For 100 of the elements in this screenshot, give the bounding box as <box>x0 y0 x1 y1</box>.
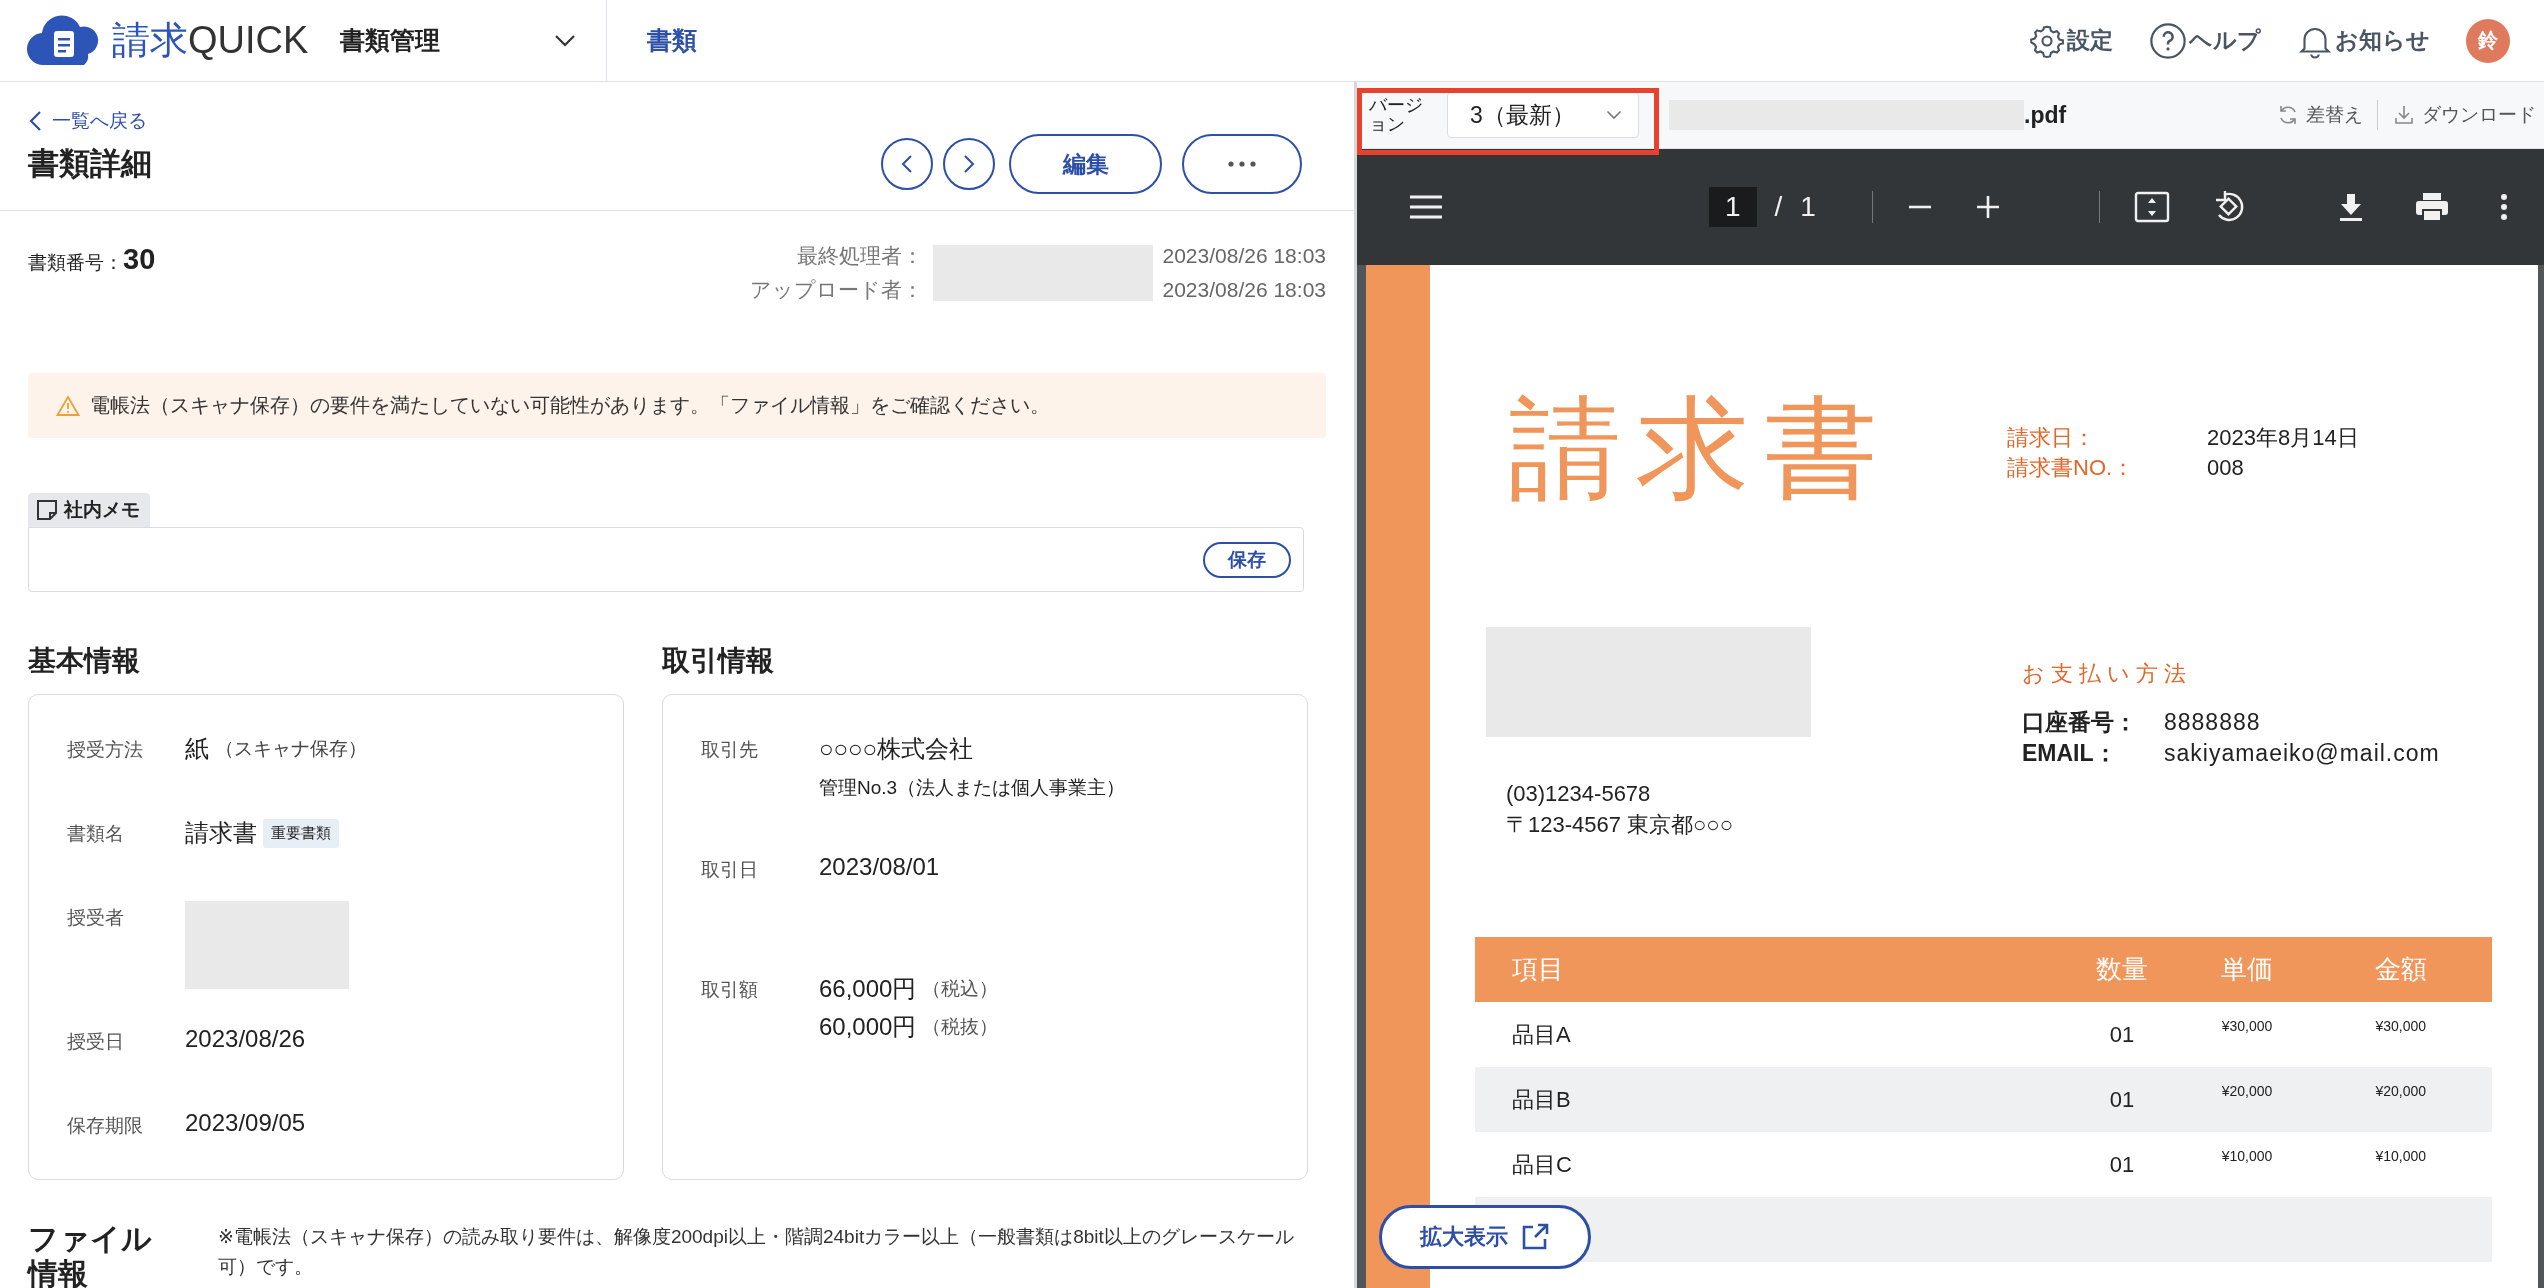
section-heading: ファイル情報 <box>28 1222 153 1288</box>
table-cell-text: 品目B <box>1511 1085 1572 1114</box>
print-icon[interactable] <box>2414 191 2450 223</box>
payment-label: EMAIL： <box>2022 739 2118 769</box>
field-value: 2023/08/01 <box>819 853 940 881</box>
version-dropdown[interactable]: 3（最新） <box>1447 92 1639 138</box>
table-cell-text: ¥10,000 <box>2374 1147 2428 1164</box>
page-total: 1 <box>1800 191 1816 223</box>
payment-value: sakiyamaeiko@mail.com <box>2164 739 2440 769</box>
column-header: 数量 <box>2095 953 2150 986</box>
column-header: 単価 <box>2220 953 2274 986</box>
page-title: 書類詳細 <box>28 145 152 183</box>
section-heading: 基本情報 <box>28 644 141 678</box>
header-link[interactable]: お知らせ <box>2335 25 2430 56</box>
header-link[interactable]: ヘルプ <box>2189 25 2261 56</box>
field-value: 66,000円 <box>819 974 917 1004</box>
meta-label: アップロード者： <box>749 277 923 303</box>
tag: 重要書類 <box>263 818 339 848</box>
page-number-field[interactable]: 1 <box>1709 187 1757 227</box>
field-note: （スキャナ保存） <box>215 737 367 761</box>
field-value: 請求書 <box>185 818 257 848</box>
field-label: 書類名 <box>67 822 125 846</box>
memo-tab-label: 社内メモ <box>64 498 140 522</box>
field-label: 保存期限 <box>67 1114 144 1138</box>
field-value: 60,000円 <box>819 1012 917 1042</box>
field-value: ○○○○株式会社 <box>819 734 973 764</box>
back-link[interactable]: 一覧へ戻る <box>28 108 1326 134</box>
more-button[interactable] <box>1182 134 1302 194</box>
chevron-left-icon <box>28 110 42 132</box>
save-button[interactable]: 保存 <box>1203 541 1291 578</box>
fit-page-icon[interactable] <box>2133 191 2170 223</box>
field-label: 授受日 <box>67 1030 125 1054</box>
logo-text: 請求QUICK <box>112 18 309 63</box>
table-cell-text: 01 <box>2108 1021 2136 1048</box>
edit-button[interactable]: 編集 <box>1009 134 1162 194</box>
more-vertical-icon[interactable] <box>2500 193 2508 221</box>
warning-text: 電帳法（スキャナ保存）の要件を満たしていない可能性があります。「ファイル情報」をご確認ください。 <box>90 393 1050 418</box>
meta-datetime: 2023/08/26 18:03 <box>1162 244 1326 268</box>
address: 〒123-4567 東京都○○○ <box>1506 810 1734 839</box>
chevron-left-icon <box>901 154 913 174</box>
field-label: 取引先 <box>701 738 759 762</box>
doc-number-label: 書類番号： <box>28 251 123 275</box>
field-note: （税抜） <box>922 1015 999 1039</box>
zoom-in-icon[interactable] <box>1974 194 2001 220</box>
invoice-field-value: 008 <box>2207 453 2244 482</box>
download-icon[interactable] <box>2338 192 2364 222</box>
page-separator: / <box>1774 191 1783 223</box>
table-cell-text: ¥20,000 <box>2220 1082 2274 1099</box>
warning-icon <box>56 394 80 417</box>
invoice-title: 請求書 <box>1509 387 1894 513</box>
more-icon <box>1228 161 1256 167</box>
table-cell-text: ¥30,000 <box>2374 1017 2428 1034</box>
table-cell-text: ¥30,000 <box>2220 1017 2274 1034</box>
invoice-field-label: 請求日： <box>2007 424 2096 452</box>
payment-heading: お支払い方法 <box>2022 660 2193 688</box>
module-selector[interactable]: 書類管理 <box>340 0 607 82</box>
menu-icon[interactable] <box>1409 194 1443 220</box>
toolbar-link[interactable]: 差替え <box>2306 102 2363 128</box>
payment-label: 口座番号： <box>2022 708 2138 737</box>
memo-field[interactable]: 保存 <box>28 527 1304 592</box>
next-button[interactable] <box>943 138 995 190</box>
field-label: 授受方法 <box>67 738 144 762</box>
chevron-right-icon <box>963 154 975 174</box>
field-value: 2023/08/26 <box>185 1025 306 1053</box>
version-label: バージョン <box>1369 96 1424 134</box>
meta-datetime: 2023/08/26 18:03 <box>1162 278 1326 302</box>
external-link-icon <box>1520 1222 1550 1252</box>
toolbar-link[interactable]: ダウンロード <box>2422 102 2536 128</box>
field-label: 取引日 <box>701 858 759 882</box>
invoice-field-label: 請求書NO.： <box>2007 453 2136 482</box>
table-cell-text: ¥10,000 <box>2220 1147 2274 1164</box>
header-link[interactable]: 設定 <box>2067 25 2113 56</box>
nav-tab[interactable]: 書類 <box>647 24 697 57</box>
table-cell-text: 01 <box>2108 1151 2136 1178</box>
previous-button[interactable] <box>881 138 933 190</box>
field-value: 紙 <box>185 734 209 764</box>
table-cell-text: ¥20,000 <box>2374 1082 2428 1099</box>
doc-number: 30 <box>123 243 156 276</box>
field-note: （税込） <box>922 977 999 1001</box>
section-heading: 取引情報 <box>662 644 775 678</box>
note-icon <box>36 499 58 521</box>
field-value: 2023/09/05 <box>185 1109 306 1137</box>
invoice-field-value: 2023年8月14日 <box>2207 424 2359 452</box>
chevron-down-icon <box>554 33 576 48</box>
file-name: .pdf <box>2024 101 2067 129</box>
field-subtext: 管理No.3（法人または個人事業主） <box>819 776 1126 800</box>
file-info-note: ※電帳法（スキャナ保存）の読み取り要件は、解像度200dpi以上・階調24bitカラー以上（一般書類は8bit以上のグレースケール可）です。 <box>218 1225 1295 1280</box>
meta-label: 最終処理者： <box>795 243 923 269</box>
help-icon[interactable] <box>2149 21 2187 60</box>
column-header: 項目 <box>1511 953 1565 986</box>
table-cell-text: 品目A <box>1511 1020 1572 1049</box>
table-cell-text: 品目C <box>1511 1150 1573 1179</box>
table-cell-text: 01 <box>2108 1086 2136 1113</box>
chevron-down-icon <box>1606 110 1622 120</box>
payment-value: 8888888 <box>2164 708 2261 737</box>
column-header: 金額 <box>2373 953 2428 986</box>
field-label: 授受者 <box>67 906 125 930</box>
phone-number: (03)1234-5678 <box>1506 780 1652 808</box>
field-label: 取引額 <box>701 978 759 1002</box>
expand-button[interactable]: 拡大表示 <box>1379 1205 1591 1269</box>
